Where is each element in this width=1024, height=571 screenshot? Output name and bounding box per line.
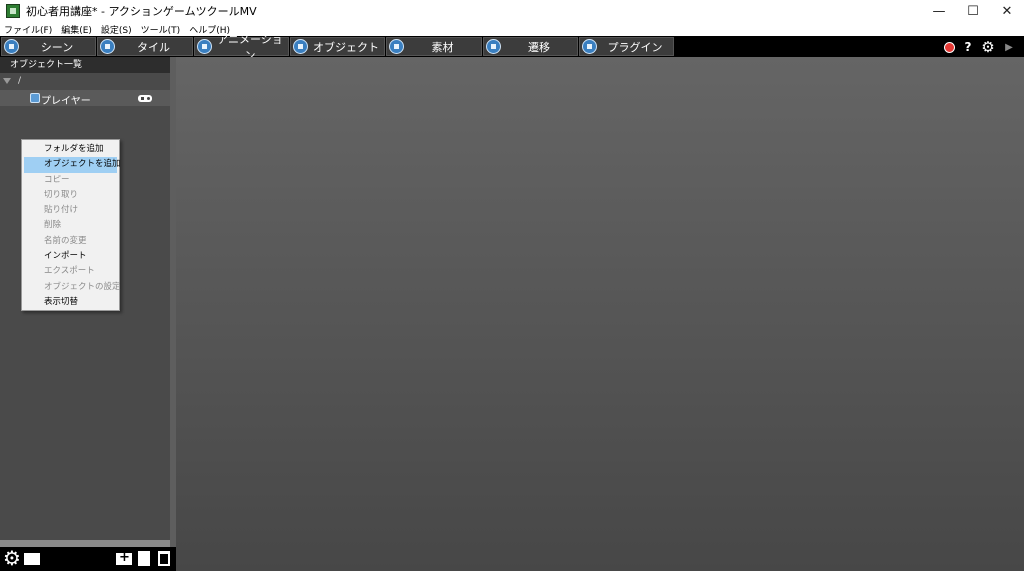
menu-settings[interactable]: 設定(S) <box>101 23 132 36</box>
trash-icon[interactable] <box>158 551 170 566</box>
menu-item-add-folder[interactable]: フォルダを追加 <box>22 142 119 157</box>
menu-file[interactable]: ファイル(F) <box>4 23 52 36</box>
tab-label: 遷移 <box>528 40 550 54</box>
window-title: 初心者用講座* - アクションゲームツクールMV <box>26 5 257 18</box>
tab-label: プラグイン <box>607 40 663 54</box>
menu-item-rename: 名前の変更 <box>44 235 87 246</box>
tab-label: シーン <box>40 40 74 54</box>
menu-item-object-settings: オブジェクトの設定 <box>44 281 121 292</box>
gear-icon[interactable]: ⚙ <box>980 38 996 56</box>
tab-object[interactable]: オブジェクト <box>290 37 385 56</box>
tab-label: 素材 <box>431 40 454 54</box>
gamepad-icon <box>138 95 152 102</box>
menu-item-import[interactable]: インポート <box>22 249 119 264</box>
gear-icon[interactable]: ⚙ <box>1 548 23 568</box>
minimize-button[interactable]: — <box>922 0 956 22</box>
menu-item-copy: コピー <box>44 174 70 185</box>
expand-arrow-icon[interactable] <box>3 78 11 84</box>
panel-header: オブジェクト一覧 <box>0 57 176 73</box>
tab-label: タイル <box>137 40 170 54</box>
scene-icon <box>4 39 19 54</box>
title-bar: 初心者用講座* - アクションゲームツクールMV — ☐ ✕ <box>0 0 1024 22</box>
tab-scene[interactable]: シーン <box>1 37 96 56</box>
add-folder-icon[interactable] <box>116 550 132 565</box>
record-button[interactable] <box>943 40 955 54</box>
plugin-icon <box>582 39 597 54</box>
tab-transition[interactable]: 遷移 <box>483 37 578 56</box>
tab-bar: シーン タイル アニメーション オブジェクト 素材 遷移 プラグイン <box>0 33 1024 62</box>
window-controls: — ☐ ✕ <box>922 0 1024 22</box>
animation-icon <box>197 39 212 54</box>
close-button[interactable]: ✕ <box>990 0 1024 22</box>
object-list-panel: オブジェクト一覧 / プレイヤー ⚙ <box>0 57 176 571</box>
menu-item-add-object[interactable]: オブジェクトを追加 <box>24 157 121 173</box>
film-icon[interactable] <box>24 553 40 565</box>
menu-edit[interactable]: 編集(E) <box>61 23 92 36</box>
object-icon <box>30 93 40 103</box>
transition-icon <box>486 39 501 54</box>
menu-item-cut: 切り取り <box>44 189 79 200</box>
play-icon[interactable]: ▶ <box>1002 40 1016 54</box>
app-icon <box>6 4 20 18</box>
menu-item-paste: 貼り付け <box>44 205 79 216</box>
tree-item-player[interactable]: プレイヤー <box>0 90 176 107</box>
maximize-button[interactable]: ☐ <box>956 0 990 22</box>
help-button[interactable]: ? <box>961 40 975 54</box>
tree-item-label: プレイヤー <box>41 96 91 107</box>
context-menu: フォルダを追加 オブジェクトを追加 コピー 切り取り 貼り付け 削除 名前の変更… <box>21 139 121 311</box>
tab-plugin[interactable]: プラグイン <box>579 37 674 56</box>
menu-item-toggle-view[interactable]: 表示切替 <box>22 295 119 310</box>
tab-tile[interactable]: タイル <box>97 37 193 56</box>
object-icon <box>293 39 308 54</box>
panel-bottom-toolbar: ⚙ <box>0 547 176 571</box>
add-object-icon[interactable] <box>138 551 150 566</box>
tab-animation[interactable]: アニメーション <box>194 33 289 62</box>
menu-tools[interactable]: ツール(T) <box>141 23 181 36</box>
tree-root-label: / <box>18 76 22 86</box>
tab-resource[interactable]: 素材 <box>386 37 482 56</box>
menu-bar: ファイル(F) 編集(E) 設定(S) ツール(T) ヘルプ(H) <box>0 22 1024 36</box>
tree-root-folder[interactable]: / <box>0 74 176 90</box>
resource-icon <box>389 39 404 54</box>
record-icon <box>943 41 955 53</box>
menu-item-delete: 削除 <box>44 220 62 231</box>
menu-item-export: エクスポート <box>44 266 95 277</box>
tab-label: オブジェクト <box>313 40 379 54</box>
tile-icon <box>100 39 115 54</box>
horizontal-scrollbar[interactable] <box>0 540 170 547</box>
main-editor-area[interactable] <box>176 57 1024 571</box>
